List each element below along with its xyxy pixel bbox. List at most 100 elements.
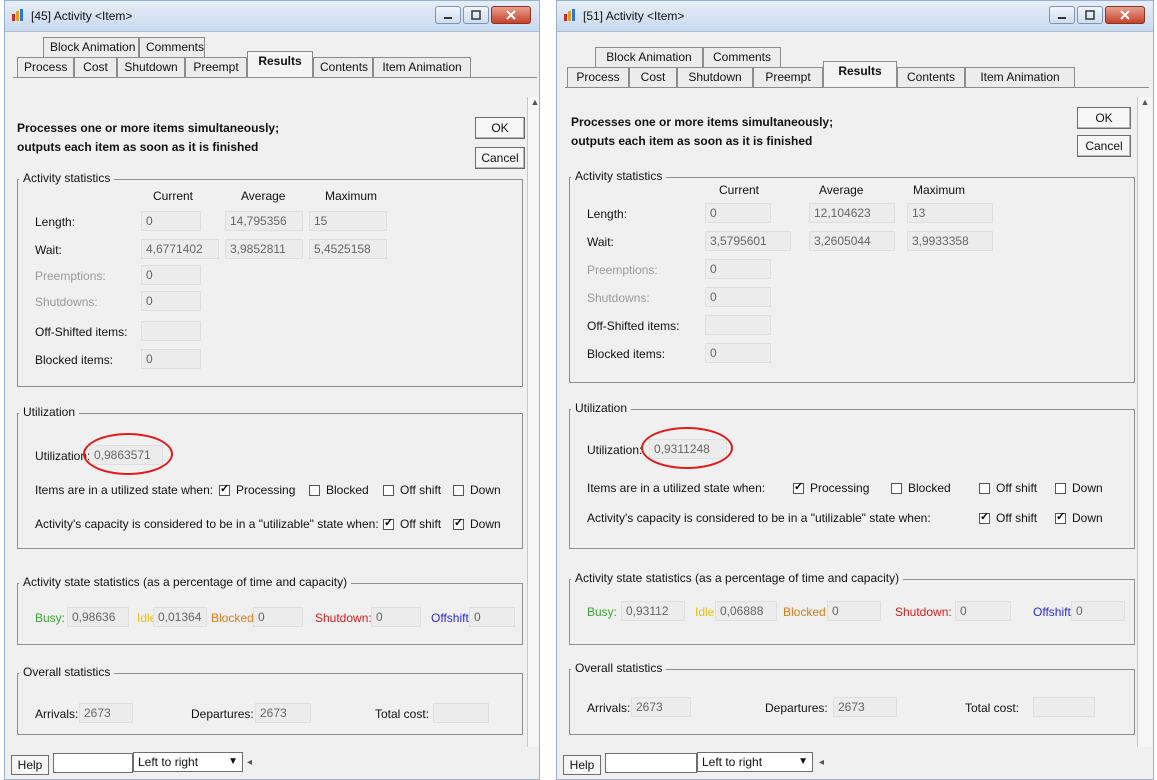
window-title: [45] Activity <Item> xyxy=(31,9,133,23)
checkbox-unchecked-icon xyxy=(979,482,990,494)
tab-block-animation[interactable]: Block Animation xyxy=(595,47,703,67)
blocked-items-label: Blocked items: xyxy=(35,353,114,367)
tab-cost[interactable]: Cost xyxy=(629,67,677,87)
scroll-left-arrow-icon[interactable]: ◂ xyxy=(247,757,252,768)
caption-buttons xyxy=(433,6,531,24)
tab-cost[interactable]: Cost xyxy=(74,57,117,77)
capacity-offshift-checkbox[interactable]: Off shift xyxy=(979,510,1038,525)
title-bar[interactable]: [45] Activity <Item> xyxy=(5,1,539,32)
shutdowns-field: 0 xyxy=(705,287,771,307)
tab-shutdown[interactable]: Shutdown xyxy=(677,67,753,87)
tab-shutdown[interactable]: Shutdown xyxy=(117,57,185,77)
tab-contents[interactable]: Contents xyxy=(897,67,965,87)
wait-label: Wait: xyxy=(587,235,614,249)
maximize-button[interactable] xyxy=(463,6,489,24)
maximize-button[interactable] xyxy=(1077,6,1103,24)
tab-comments[interactable]: Comments xyxy=(139,37,205,57)
minimize-button[interactable] xyxy=(1049,6,1075,24)
tab-item-animation[interactable]: Item Animation xyxy=(373,57,471,77)
offshift-state-field: 0 xyxy=(469,607,515,627)
capacity-down-checkbox[interactable]: Down xyxy=(453,516,501,531)
activity-statistics-legend: Activity statistics xyxy=(19,171,115,185)
ok-button[interactable]: OK xyxy=(1077,107,1131,129)
close-button[interactable] xyxy=(1105,6,1145,24)
tab-contents[interactable]: Contents xyxy=(313,57,373,77)
tab-process[interactable]: Process xyxy=(567,67,629,87)
scroll-left-arrow-icon[interactable]: ◂ xyxy=(819,757,824,768)
utilized-state-label: Items are in a utilized state when: xyxy=(35,483,214,497)
help-button[interactable]: Help xyxy=(563,755,601,775)
scroll-up-arrow-icon[interactable]: ▲ xyxy=(528,97,539,111)
help-button[interactable]: Help xyxy=(11,755,49,775)
offshift-label: Off shift xyxy=(996,481,1038,495)
blocked-checkbox[interactable]: Blocked xyxy=(891,481,951,495)
minimize-icon xyxy=(1058,17,1066,19)
tab-results[interactable]: Results xyxy=(823,61,897,87)
status-input[interactable] xyxy=(605,753,697,773)
status-bar: Help Left to right ▼ ◂ xyxy=(557,749,1153,779)
tab-process[interactable]: Process xyxy=(17,57,74,77)
processing-checkbox[interactable]: Processing xyxy=(793,480,869,495)
vertical-scrollbar[interactable]: ▲ xyxy=(1137,97,1152,747)
capacity-offshift-checkbox[interactable]: Off shift xyxy=(383,516,441,531)
ok-button[interactable]: OK xyxy=(475,117,525,139)
offshift-checkbox[interactable]: Off shift xyxy=(979,481,1037,495)
cancel-button[interactable]: Cancel xyxy=(1077,135,1131,157)
tab-item-animation[interactable]: Item Animation xyxy=(965,67,1075,87)
checkbox-unchecked-icon xyxy=(1055,482,1066,494)
capacity-down-checkbox[interactable]: Down xyxy=(1055,510,1103,525)
processing-checkbox[interactable]: Processing xyxy=(219,482,295,497)
direction-value: Left to right xyxy=(702,755,763,769)
shutdown-state-field: 0 xyxy=(955,601,1011,621)
wait-maximum-field: 5,4525158 xyxy=(309,239,387,259)
close-button[interactable] xyxy=(491,6,531,24)
column-current: Current xyxy=(719,183,760,197)
capacity-offshift-label: Off shift xyxy=(996,511,1038,525)
tab-preempt[interactable]: Preempt xyxy=(753,67,823,87)
arrivals-field: 2673 xyxy=(631,697,691,717)
maximize-icon xyxy=(1085,10,1095,20)
column-average: Average xyxy=(819,183,864,197)
description-line-1: Processes one or more items simultaneous… xyxy=(17,121,280,135)
scroll-up-arrow-icon[interactable]: ▲ xyxy=(1138,97,1152,111)
shutdown-state-label: Shutdown: xyxy=(315,611,372,625)
departures-label: Departures: xyxy=(191,707,254,721)
preemptions-label: Preemptions: xyxy=(587,263,658,277)
down-checkbox[interactable]: Down xyxy=(453,483,501,497)
cancel-button[interactable]: Cancel xyxy=(475,147,525,169)
capacity-state-label: Activity's capacity is considered to be … xyxy=(35,517,379,531)
tab-block-animation[interactable]: Block Animation xyxy=(43,37,139,57)
length-current-field: 0 xyxy=(705,203,771,223)
wait-label: Wait: xyxy=(35,243,62,257)
checkbox-checked-icon xyxy=(219,482,230,496)
length-average-field: 14,795356 xyxy=(225,211,303,231)
blocked-label: Blocked xyxy=(326,483,369,497)
dropdown-arrow-icon: ▼ xyxy=(798,756,808,767)
direction-select[interactable]: Left to right ▼ xyxy=(133,752,243,772)
column-maximum: Maximum xyxy=(913,183,966,197)
tab-results[interactable]: Results xyxy=(247,51,313,77)
blocked-checkbox[interactable]: Blocked xyxy=(309,483,369,497)
capacity-down-label: Down xyxy=(1072,511,1103,525)
status-input[interactable] xyxy=(53,753,133,773)
offshift-state-label: Offshift: xyxy=(431,611,473,625)
shutdowns-label: Shutdowns: xyxy=(35,295,98,309)
capacity-down-label: Down xyxy=(470,517,501,531)
tab-comments[interactable]: Comments xyxy=(703,47,781,67)
offshift-checkbox[interactable]: Off shift xyxy=(383,483,441,497)
close-icon xyxy=(506,10,516,20)
title-bar[interactable]: [51] Activity <Item> xyxy=(557,1,1153,32)
offshift-state-label: Offshift: xyxy=(1033,605,1075,619)
blocked-items-field: 0 xyxy=(705,343,771,363)
vertical-scrollbar[interactable]: ▲ xyxy=(527,97,539,747)
direction-select[interactable]: Left to right ▼ xyxy=(697,752,813,772)
shutdown-state-label: Shutdown: xyxy=(895,605,952,619)
blocked-state-label: Blocked: xyxy=(783,605,830,619)
minimize-button[interactable] xyxy=(435,6,461,24)
arrivals-field: 2673 xyxy=(79,703,133,723)
down-checkbox[interactable]: Down xyxy=(1055,481,1103,495)
length-maximum-field: 15 xyxy=(309,211,387,231)
utilized-state-label: Items are in a utilized state when: xyxy=(587,481,766,495)
blocked-label: Blocked xyxy=(908,481,951,495)
tab-preempt[interactable]: Preempt xyxy=(185,57,247,77)
